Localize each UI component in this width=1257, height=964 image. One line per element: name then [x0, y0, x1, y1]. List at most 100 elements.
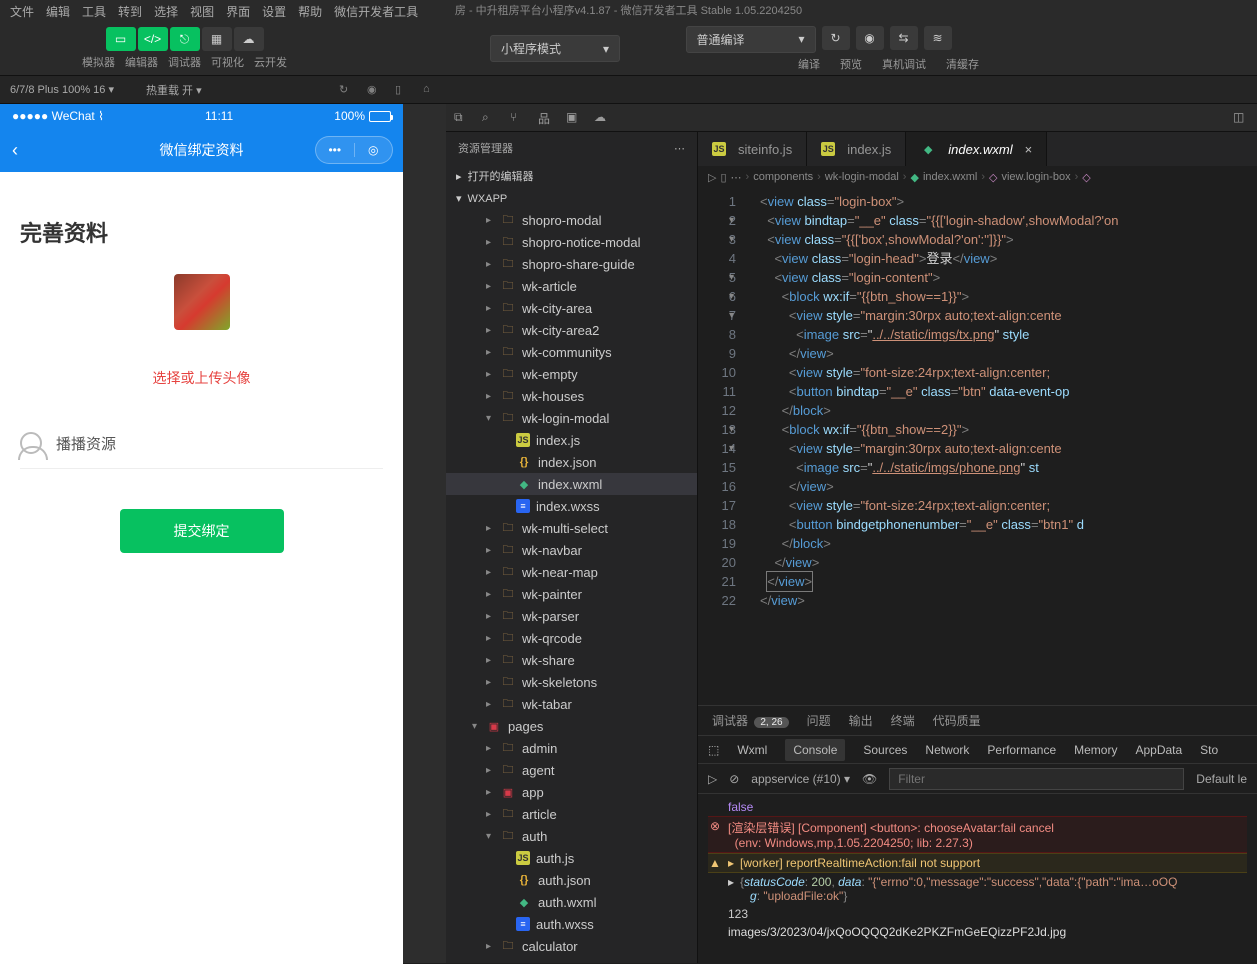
- tree-item[interactable]: ▸🗀article: [446, 803, 697, 825]
- project-section[interactable]: ▾ WXAPP: [446, 188, 697, 209]
- console-filter-input[interactable]: [889, 768, 1184, 790]
- menu-help[interactable]: 帮助: [292, 3, 328, 20]
- file-tree[interactable]: ▸🗀shopro-modal▸🗀shopro-notice-modal▸🗀sho…: [446, 209, 697, 963]
- tree-item[interactable]: ▸🗀wk-navbar: [446, 539, 697, 561]
- compile-dropdown[interactable]: 普通编译▾: [686, 26, 816, 53]
- log-levels[interactable]: Default le: [1196, 772, 1247, 786]
- tree-item[interactable]: ≡index.wxss: [446, 495, 697, 517]
- breadcrumb[interactable]: ▷ ▯ ⋯› components› wk-login-modal› ◆inde…: [698, 166, 1257, 188]
- tree-item[interactable]: ▸🗀shopro-notice-modal: [446, 231, 697, 253]
- tree-item[interactable]: JSindex.js: [446, 429, 697, 451]
- clear-cache-button[interactable]: ≋: [924, 26, 952, 50]
- back-icon[interactable]: ‹: [12, 140, 18, 161]
- avatar-caption[interactable]: 选择或上传头像: [20, 368, 383, 388]
- tree-item[interactable]: ▸🗀wk-qrcode: [446, 627, 697, 649]
- close-target-icon[interactable]: ◎: [354, 143, 393, 157]
- panel-tab-problems[interactable]: 问题: [807, 712, 831, 729]
- tree-item[interactable]: ▸▣app: [446, 781, 697, 803]
- menu-dots-icon[interactable]: •••: [316, 143, 354, 157]
- tree-item[interactable]: ▸🗀calculator: [446, 935, 697, 957]
- tree-item[interactable]: ≡auth.wxss: [446, 913, 697, 935]
- editor-tab[interactable]: JSsiteinfo.js: [698, 132, 807, 166]
- remote-debug-button[interactable]: ⇆: [890, 26, 918, 50]
- devtab-sources[interactable]: Sources: [863, 743, 907, 757]
- hierarchy-icon[interactable]: 品: [538, 110, 554, 126]
- eye-icon[interactable]: 👁: [862, 772, 877, 786]
- panel-tab-output[interactable]: 输出: [849, 712, 873, 729]
- search-icon[interactable]: ⌕: [482, 110, 498, 126]
- tree-item[interactable]: ▸🗀wk-city-area: [446, 297, 697, 319]
- capsule-button[interactable]: ••• ◎: [315, 136, 393, 164]
- menu-settings[interactable]: 设置: [256, 3, 292, 20]
- tree-item[interactable]: ▸🗀chat: [446, 957, 697, 963]
- tree-item[interactable]: ▸🗀wk-share: [446, 649, 697, 671]
- tree-item[interactable]: ▾▣pages: [446, 715, 697, 737]
- tree-item[interactable]: ▸🗀wk-near-map: [446, 561, 697, 583]
- tree-item[interactable]: ▸🗀admin: [446, 737, 697, 759]
- panel-tab-quality[interactable]: 代码质量: [933, 712, 981, 729]
- devtab-network[interactable]: Network: [925, 743, 969, 757]
- tree-item[interactable]: ▸🗀wk-painter: [446, 583, 697, 605]
- username-row[interactable]: 播播资源: [20, 418, 383, 469]
- menu-tools[interactable]: 工具: [76, 3, 112, 20]
- files-icon[interactable]: ⧉: [454, 110, 470, 126]
- tree-item[interactable]: ▸🗀wk-skeletons: [446, 671, 697, 693]
- more-icon[interactable]: ⋯: [674, 142, 685, 155]
- debugger-toggle[interactable]: ⎋: [170, 27, 200, 51]
- devtab-appdata[interactable]: AppData: [1135, 743, 1182, 757]
- menu-interface[interactable]: 界面: [220, 3, 256, 20]
- menu-select[interactable]: 选择: [148, 3, 184, 20]
- inspect-icon[interactable]: ⬚: [708, 743, 719, 757]
- devtab-console[interactable]: Console: [785, 739, 845, 761]
- split-icon[interactable]: ◫: [1233, 110, 1249, 126]
- menu-goto[interactable]: 转到: [112, 3, 148, 20]
- editor-tab[interactable]: ◆index.wxml×: [906, 132, 1047, 166]
- devtab-memory[interactable]: Memory: [1074, 743, 1117, 757]
- device-selector[interactable]: 6/7/8 Plus 100% 16 ▾: [10, 83, 114, 96]
- devtab-wxml[interactable]: Wxml: [737, 743, 767, 757]
- tree-item[interactable]: ▸🗀wk-article: [446, 275, 697, 297]
- editor-toggle[interactable]: </>: [138, 27, 168, 51]
- panel-tab-terminal[interactable]: 终端: [891, 712, 915, 729]
- compile-button[interactable]: ↻: [822, 26, 850, 50]
- tree-item[interactable]: ▸🗀shopro-share-guide: [446, 253, 697, 275]
- simulator-toggle[interactable]: ▭: [106, 27, 136, 51]
- branch-icon[interactable]: ⑂: [510, 110, 526, 126]
- tree-item[interactable]: ▾🗀wk-login-modal: [446, 407, 697, 429]
- cloud-toggle[interactable]: ☁: [234, 27, 264, 51]
- close-icon[interactable]: ×: [1025, 142, 1033, 157]
- tree-item[interactable]: ▸🗀wk-communitys: [446, 341, 697, 363]
- tree-item[interactable]: ▾🗀auth: [446, 825, 697, 847]
- console-output[interactable]: false ⊗[渲染层错误] [Component] <button>: cho…: [698, 794, 1257, 963]
- tree-item[interactable]: ◆auth.wxml: [446, 891, 697, 913]
- tree-item[interactable]: ▸🗀wk-empty: [446, 363, 697, 385]
- devtab-storage[interactable]: Sto: [1200, 743, 1218, 757]
- tree-item[interactable]: {}auth.json: [446, 869, 697, 891]
- avatar-image[interactable]: [174, 274, 230, 330]
- tree-item[interactable]: ▸🗀shopro-modal: [446, 209, 697, 231]
- tree-item[interactable]: ▸🗀wk-tabar: [446, 693, 697, 715]
- home-icon[interactable]: ⌂: [423, 83, 437, 97]
- tree-item[interactable]: ▸🗀agent: [446, 759, 697, 781]
- tree-item[interactable]: ◆index.wxml: [446, 473, 697, 495]
- editor-tab[interactable]: JSindex.js: [807, 132, 906, 166]
- terminal-icon[interactable]: ▣: [566, 110, 582, 126]
- preview-button[interactable]: ◉: [856, 26, 884, 50]
- hot-reload-toggle[interactable]: 热重载 开 ▾: [146, 82, 202, 98]
- menu-devtools[interactable]: 微信开发者工具: [328, 3, 424, 20]
- device-icon[interactable]: ▯: [395, 83, 409, 97]
- open-editors-section[interactable]: ▸ 打开的编辑器: [446, 164, 697, 188]
- tree-item[interactable]: ▸🗀wk-houses: [446, 385, 697, 407]
- bc-run-icon[interactable]: ▷: [708, 171, 716, 184]
- tree-item[interactable]: ▸🗀wk-parser: [446, 605, 697, 627]
- submit-button[interactable]: 提交绑定: [120, 509, 284, 553]
- mode-dropdown[interactable]: 小程序模式▾: [490, 35, 620, 62]
- refresh-icon[interactable]: ↻: [339, 83, 353, 97]
- menu-view[interactable]: 视图: [184, 3, 220, 20]
- record-icon[interactable]: ◉: [367, 83, 381, 97]
- devtab-performance[interactable]: Performance: [987, 743, 1056, 757]
- cloud-icon[interactable]: ☁: [594, 110, 610, 126]
- console-play-icon[interactable]: ▷: [708, 772, 717, 786]
- bc-bookmark-icon[interactable]: ▯: [720, 171, 726, 184]
- menu-file[interactable]: 文件: [4, 3, 40, 20]
